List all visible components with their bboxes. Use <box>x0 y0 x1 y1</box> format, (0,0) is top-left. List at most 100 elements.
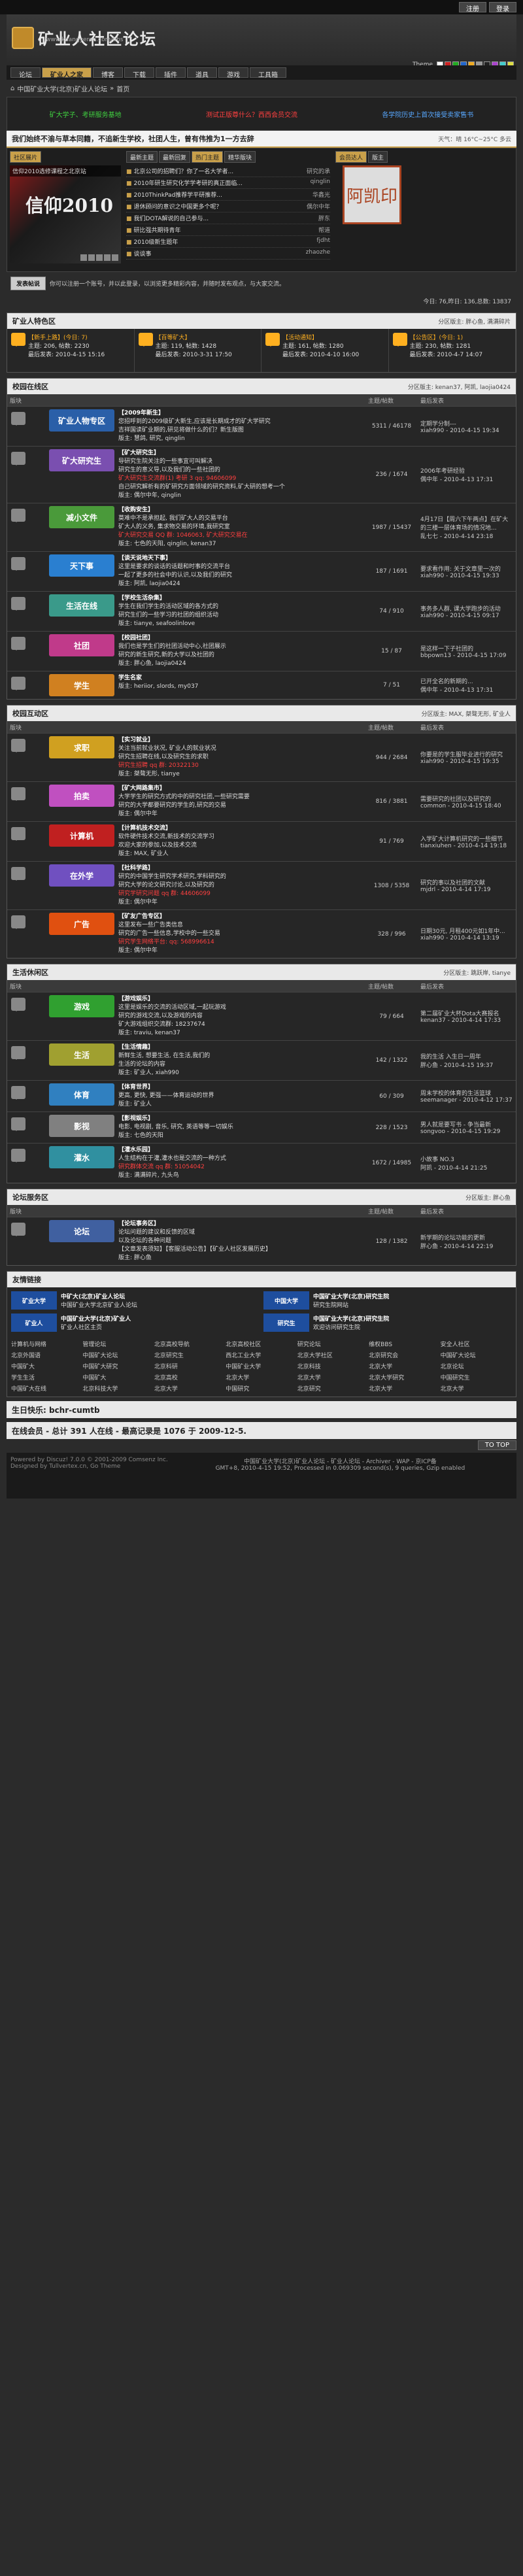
text-link[interactable]: 中国矿大在线 <box>11 1384 82 1393</box>
slide-dot[interactable] <box>112 254 118 261</box>
forum-title[interactable]: 【影视娱乐】 <box>118 1115 233 1123</box>
text-link[interactable]: 北京论坛 <box>441 1362 512 1370</box>
forum-last-post[interactable]: 最后发表: 2010-4-7 14:07 <box>410 350 483 358</box>
forum-badge-image[interactable]: 求职 <box>49 736 114 758</box>
forum-title[interactable]: 【计算机技术交流】 <box>118 824 214 833</box>
forum-title[interactable]: 【生活情趣】 <box>118 1043 210 1052</box>
last-post-title[interactable]: 4月17日【周六下午两点】在矿大的三楼一层体育场的情况地... <box>420 515 513 532</box>
friend-link-logo[interactable]: 中国大学 <box>263 1291 309 1310</box>
text-link[interactable]: 中国矿大论坛 <box>441 1351 512 1359</box>
forum-badge-image[interactable]: 生活在线 <box>49 594 114 617</box>
nav-item[interactable]: 矿业人之家 <box>42 67 92 79</box>
last-post-meta[interactable]: xiah990 - 2010-4-15 09:17 <box>420 613 513 619</box>
last-post-meta[interactable]: bbpown13 - 2010-4-15 17:09 <box>420 652 513 659</box>
text-link[interactable]: 北京大学 <box>369 1384 440 1393</box>
forum-title[interactable]: 【收购安生】 <box>118 506 248 515</box>
forum-badge-image[interactable]: 拍卖 <box>49 785 114 807</box>
forum-title[interactable]: 【游戏娱乐】 <box>118 995 226 1004</box>
nav-item[interactable]: 工具箱 <box>250 67 286 79</box>
text-link[interactable]: 中国矿大论坛 <box>82 1351 154 1359</box>
text-link[interactable]: 北京高校 <box>154 1373 226 1381</box>
last-post-meta[interactable]: 胖心鱼 - 2010-4-15 19:37 <box>420 1060 513 1069</box>
forum-title[interactable]: 【2009年新生】 <box>118 409 271 418</box>
section-title[interactable]: 生活休闲区 <box>12 967 48 977</box>
text-link[interactable]: 研究论坛 <box>297 1340 369 1348</box>
forum-last-post[interactable]: 最后发表: 2010-3-31 17:50 <box>156 350 232 358</box>
friend-link-title[interactable]: 中矿大(北京)矿业人论坛 <box>61 1292 137 1300</box>
tab-hot[interactable]: 最新主题 <box>126 151 158 163</box>
text-link[interactable]: 北京研究生 <box>154 1351 226 1359</box>
hot-topic-author[interactable]: 胖东 <box>297 214 330 222</box>
hot-topic-item[interactable]: ■ 谈谈事 zhaozhe <box>126 248 330 260</box>
last-post-title[interactable]: 新学期的论坛功能的更新 <box>420 1233 513 1242</box>
last-post-title[interactable]: 入学矿大计算机研究的一些细节 <box>420 834 513 843</box>
tab-seal[interactable]: 版主 <box>368 151 388 163</box>
forum-title[interactable]: 【学校生活杂集】 <box>118 594 218 603</box>
text-link[interactable]: 学生生活 <box>11 1373 82 1381</box>
last-post-title[interactable]: 周末学校的体育的生活篮球 <box>420 1089 513 1097</box>
last-post-title[interactable]: 日期30元, 月租400元如1年中... <box>420 926 513 935</box>
last-post-title[interactable]: 第二届矿业大杯Dota大赛报名 <box>420 1009 513 1017</box>
forum-title[interactable]: 【体育世界】 <box>118 1083 214 1092</box>
forum-name[interactable]: 【活动通知】 <box>282 333 359 341</box>
hot-topic-author[interactable]: qinglin <box>297 178 330 187</box>
text-link[interactable]: 中国研究 <box>226 1384 297 1393</box>
member-seal-image[interactable]: 阿凯印 <box>343 165 401 224</box>
friend-link-logo[interactable]: 矿业大学 <box>11 1291 57 1310</box>
friend-link[interactable]: 研究生 中国矿业大学(北京)研究生院 欢迎访问研究生院 <box>263 1313 512 1332</box>
last-post-meta[interactable]: 偶中年 - 2010-4-13 17:31 <box>420 685 513 694</box>
slide-dot[interactable] <box>104 254 110 261</box>
last-post-meta[interactable]: songvoo - 2010-4-15 19:29 <box>420 1128 513 1135</box>
forum-badge-image[interactable]: 在外学 <box>49 864 114 887</box>
last-post-meta[interactable]: seemanager - 2010-4-12 17:37 <box>420 1097 513 1104</box>
slide-dot[interactable] <box>88 254 95 261</box>
forum-title[interactable]: 【矿大研究生】 <box>118 449 285 458</box>
text-link[interactable]: 北京高校社区 <box>226 1340 297 1348</box>
text-link[interactable]: 中国矿大研究 <box>82 1362 154 1370</box>
forum-name[interactable]: 【公告区】(今日: 1) <box>410 333 483 341</box>
forum-badge-image[interactable]: 社团 <box>49 634 114 656</box>
last-post-meta[interactable]: xiah990 - 2010-4-15 19:35 <box>420 758 513 765</box>
last-post-meta[interactable]: 阿凯 - 2010-4-14 21:25 <box>420 1163 513 1172</box>
last-post-title[interactable]: 男人就是要写书 - 争当最新 <box>420 1120 513 1128</box>
last-post-title[interactable]: 我的生活 入生日一周年 <box>420 1052 513 1060</box>
friend-link[interactable]: 矿业大学 中矿大(北京)矿业人论坛 中国矿业大学北京矿业人论坛 <box>11 1291 260 1310</box>
forum-title[interactable]: 【灌水乐园】 <box>118 1146 226 1155</box>
hot-topic-title[interactable]: ■ 2010年研生研究化学学考研的真正面临... <box>126 178 243 187</box>
last-post-title[interactable]: 要求看作用: 关于文章里一次的 <box>420 564 513 573</box>
nav-item[interactable]: 道具 <box>187 67 217 79</box>
forum-badge-image[interactable]: 灌水 <box>49 1146 114 1168</box>
hot-topic-item[interactable]: ■ 我们DOTA解说的自己参与... 胖东 <box>126 212 330 224</box>
text-link[interactable]: 中国矿大 <box>82 1373 154 1381</box>
slide-dot[interactable] <box>96 254 103 261</box>
friend-link-logo[interactable]: 研究生 <box>263 1313 309 1332</box>
hot-topic-author[interactable]: 研究的承 <box>297 167 330 175</box>
last-post-title[interactable]: 已开全名的新期的... <box>420 677 513 685</box>
friend-link-logo[interactable]: 矿业人 <box>11 1313 57 1332</box>
section-title[interactable]: 矿业人特色区 <box>12 316 56 326</box>
text-link[interactable]: 北京科技大学 <box>82 1384 154 1393</box>
ticker-item-3[interactable]: 各学院历史上首次接受卖家售书 <box>382 109 473 119</box>
section-title[interactable]: 论坛服务区 <box>12 1192 48 1202</box>
forum-name[interactable]: 【百等矿大】 <box>156 333 232 341</box>
hot-topic-author[interactable]: 华鑫光 <box>297 190 330 199</box>
forum-badge-image[interactable]: 生活 <box>49 1043 114 1066</box>
friend-link[interactable]: 中国大学 中国矿业大学(北京)研究生院 研究生院网站 <box>263 1291 512 1310</box>
text-link[interactable]: 北京大学 <box>226 1373 297 1381</box>
forum-badge-image[interactable]: 矿业人物专区 <box>49 409 114 432</box>
last-post-title[interactable]: 是这样一下子社团的 <box>420 644 513 652</box>
text-link[interactable]: 中国矿大 <box>11 1362 82 1370</box>
forum-last-post[interactable]: 最后发表: 2010-4-15 15:16 <box>28 350 105 358</box>
last-post-meta[interactable]: common - 2010-4-15 18:40 <box>420 803 513 809</box>
nav-item[interactable]: 下载 <box>124 67 154 79</box>
last-post-title[interactable]: 小故事 NO.3 <box>420 1155 513 1163</box>
forum-title[interactable]: 【论坛事务区】 <box>118 1220 271 1229</box>
forum-last-post[interactable]: 最后发表: 2010-4-10 16:00 <box>282 350 359 358</box>
text-link[interactable]: 西北工业大学 <box>226 1351 297 1359</box>
last-post-title[interactable]: 研究的事以及社团的文献 <box>420 878 513 887</box>
hot-topic-item[interactable]: ■ 研比强共期待青年 帮道 <box>126 224 330 236</box>
text-link[interactable]: 计算机与网络 <box>11 1340 82 1348</box>
forum-title[interactable]: 【校园社团】 <box>118 634 226 643</box>
nav-item[interactable]: 游戏 <box>218 67 248 79</box>
forum-title[interactable]: 【矿友广告专区】 <box>118 913 220 921</box>
